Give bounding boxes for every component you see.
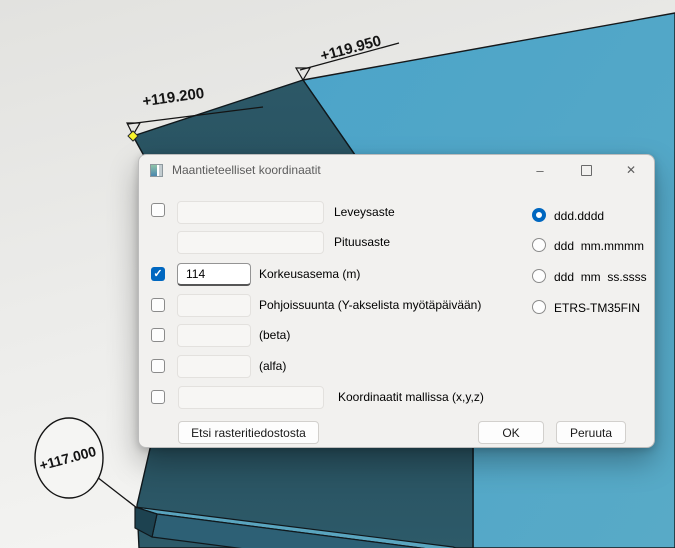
radio-etrs-tm35fin-label: ETRS-TM35FIN (554, 301, 640, 316)
maximize-icon (581, 165, 592, 176)
checkbox-north-direction[interactable] (151, 298, 165, 312)
beta-label: (beta) (259, 328, 290, 343)
close-button[interactable]: ✕ (611, 157, 651, 183)
elevation-label: Korkeusasema (m) (259, 267, 360, 282)
north-direction-label: Pohjoissuunta (Y-akselista myötäpäivään) (259, 298, 481, 313)
minimize-button[interactable]: – (520, 157, 560, 183)
maximize-button[interactable] (566, 157, 606, 183)
elevation-left-text: +119.200 (141, 85, 205, 110)
minimize-icon: – (536, 163, 543, 178)
close-icon: ✕ (626, 163, 636, 177)
dialog-titlebar[interactable]: Maantieteelliset koordinaatit – ✕ (139, 155, 654, 185)
latitude-label: Leveysaste (334, 205, 395, 220)
model-coordinates-field[interactable] (178, 386, 324, 409)
radio-ddd-dddd[interactable] (532, 208, 546, 222)
checkbox-beta[interactable] (151, 328, 165, 342)
ok-button[interactable]: OK (478, 421, 544, 444)
find-raster-file-button[interactable]: Etsi rasteritiedostosta (178, 421, 319, 444)
alfa-label: (alfa) (259, 359, 286, 374)
checkbox-model-coordinates[interactable] (151, 390, 165, 404)
longitude-label: Pituusaste (334, 235, 390, 250)
elevation-input[interactable] (177, 263, 251, 286)
model-coordinates-label: Koordinaatit mallissa (x,y,z) (338, 390, 484, 405)
checkbox-latitude[interactable] (151, 203, 165, 217)
alfa-field[interactable] (177, 355, 251, 378)
radio-ddd-mm-ss-label: ddd mm ss.ssss (554, 270, 647, 285)
elevation-peak-text: +119.950 (319, 32, 383, 65)
radio-ddd-mm-ss[interactable] (532, 269, 546, 283)
north-direction-field[interactable] (177, 294, 251, 317)
beta-field[interactable] (177, 324, 251, 347)
radio-ddd-dddd-label: ddd.dddd (554, 209, 604, 224)
radio-ddd-mm-mmmm-label: ddd mm.mmmm (554, 239, 644, 254)
radio-ddd-mm-mmmm[interactable] (532, 238, 546, 252)
longitude-field[interactable] (177, 231, 324, 254)
radio-etrs-tm35fin[interactable] (532, 300, 546, 314)
checkbox-alfa[interactable] (151, 359, 165, 373)
latitude-field[interactable] (177, 201, 324, 224)
app-icon (150, 164, 163, 177)
geographic-coordinates-dialog: Maantieteelliset koordinaatit – ✕ Leveys… (138, 154, 655, 448)
dialog-title: Maantieteelliset koordinaatit (172, 163, 321, 177)
balloon-leader (97, 477, 137, 508)
cancel-button[interactable]: Peruuta (556, 421, 626, 444)
checkbox-elevation[interactable]: ✓ (151, 267, 165, 281)
check-icon: ✓ (153, 269, 162, 280)
